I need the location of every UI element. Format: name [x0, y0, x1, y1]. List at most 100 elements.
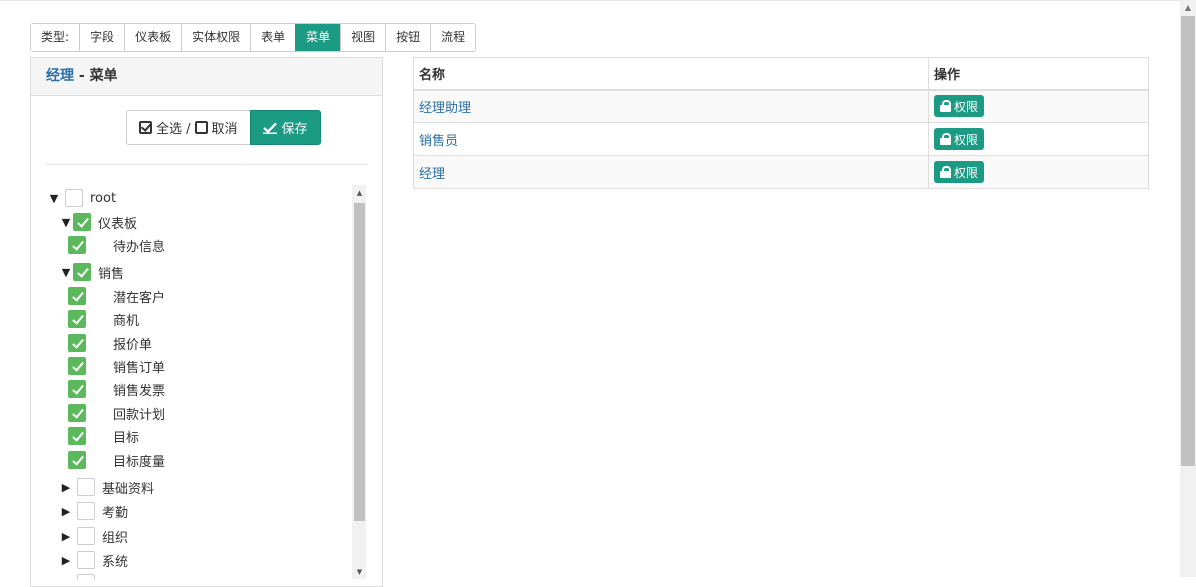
- table-header-row: 名称 操作: [413, 57, 1149, 91]
- tree-scrollbar-thumb[interactable]: [354, 203, 365, 521]
- tree-node-sales-order: 销售订单: [68, 356, 165, 376]
- action-button-group: 全选 / 取消 保存: [126, 110, 321, 145]
- checked-square-icon: [139, 121, 152, 134]
- title-separator: -: [74, 68, 90, 84]
- menu-tree: ▼ root ▼ 仪表板 待办信息 ▼ 销售 潜在客户 商机 报价单 销售订单 …: [46, 184, 368, 579]
- save-button[interactable]: 保存: [249, 110, 321, 145]
- tree-node-base-data: ▶ 基础资料: [60, 477, 154, 497]
- save-check-icon: [262, 122, 277, 134]
- panel-title: 经理 - 菜单: [31, 58, 382, 96]
- tree-label: root: [90, 190, 117, 206]
- top-divider: [0, 0, 1180, 1]
- save-label: 保存: [281, 122, 308, 137]
- tab-field[interactable]: 字段: [79, 24, 125, 51]
- tree-checkbox[interactable]: [68, 310, 86, 328]
- action-cell: 权限: [928, 89, 1149, 123]
- collapsed-arrow-icon[interactable]: ▶: [60, 554, 72, 567]
- scroll-up-arrow-icon[interactable]: ▲: [354, 188, 365, 198]
- table-row: 经理 权限: [413, 155, 1149, 189]
- tree-node-partial: ▶: [60, 573, 95, 579]
- tab-form[interactable]: 表单: [250, 24, 296, 51]
- tree-checkbox[interactable]: [68, 236, 86, 254]
- tree-node-todo: 待办信息: [68, 235, 165, 255]
- type-tab-bar: 类型: 字段 仪表板 实体权限 表单 菜单 视图 按钮 流程: [30, 23, 477, 52]
- tree-checkbox[interactable]: [68, 334, 86, 352]
- panel-title-text: 菜单: [89, 68, 118, 84]
- tree-node-dashboard: ▼ 仪表板: [60, 212, 137, 232]
- table-row: 销售员 权限: [413, 122, 1149, 156]
- select-all-label: 全选 /: [156, 122, 191, 137]
- role-name-link[interactable]: 经理: [413, 155, 929, 189]
- expand-arrow-icon[interactable]: ▼: [48, 192, 60, 205]
- tree-checkbox[interactable]: [73, 213, 91, 231]
- lock-icon: [940, 166, 951, 178]
- tab-workflow[interactable]: 流程: [430, 24, 476, 51]
- lock-icon: [940, 100, 951, 113]
- tree-checkbox[interactable]: [65, 189, 83, 207]
- tree-node-root: ▼ root: [48, 188, 116, 208]
- page-scroll-up-arrow-icon[interactable]: ▲: [1180, 2, 1196, 14]
- tree-node-organization: ▶ 组织: [60, 526, 128, 546]
- roles-table: 名称 操作 经理助理 权限 销售员 权限 经理 权限: [413, 57, 1149, 189]
- permission-label: 权限: [954, 165, 979, 180]
- permission-button[interactable]: 权限: [934, 95, 985, 118]
- tree-node-attendance: ▶ 考勤: [60, 501, 128, 521]
- expand-arrow-icon[interactable]: ▼: [60, 216, 72, 229]
- tree-label: 商机: [113, 313, 140, 329]
- role-name-link[interactable]: 经理助理: [413, 89, 929, 123]
- tree-node-opportunity: 商机: [68, 309, 139, 329]
- tree-label: 考勤: [102, 505, 129, 521]
- tree-checkbox[interactable]: [68, 357, 86, 375]
- permission-button[interactable]: 权限: [934, 161, 985, 183]
- cancel-label: 取消: [211, 122, 238, 137]
- empty-square-icon: [194, 121, 208, 134]
- tab-menu[interactable]: 菜单: [295, 24, 341, 51]
- permission-button[interactable]: 权限: [934, 128, 985, 150]
- action-cell: 权限: [928, 122, 1149, 156]
- collapsed-arrow-icon[interactable]: ▶: [60, 481, 72, 494]
- tree-label: 销售发票: [113, 383, 166, 399]
- column-header-name: 名称: [413, 57, 929, 91]
- tab-dashboard[interactable]: 仪表板: [124, 24, 182, 51]
- tab-button[interactable]: 按钮: [385, 24, 431, 51]
- tree-checkbox[interactable]: [68, 287, 86, 305]
- tree-checkbox[interactable]: [77, 551, 95, 569]
- tree-label: 报价单: [113, 337, 153, 353]
- tree-checkbox[interactable]: [68, 380, 86, 398]
- tree-node-system: ▶ 系统: [60, 550, 128, 570]
- tree-checkbox[interactable]: [68, 451, 86, 469]
- select-all-cancel-button[interactable]: 全选 / 取消: [126, 110, 250, 145]
- tree-checkbox[interactable]: [68, 404, 86, 422]
- lock-icon: [940, 133, 951, 145]
- tree-node-quote: 报价单: [68, 333, 152, 353]
- table-row: 经理助理 权限: [413, 89, 1149, 123]
- panel-divider: [46, 164, 368, 165]
- permission-label: 权限: [954, 132, 979, 147]
- page-scrollbar-thumb[interactable]: [1181, 16, 1195, 466]
- tree-label: 仪表板: [98, 216, 138, 232]
- tree-checkbox[interactable]: [77, 527, 95, 545]
- tree-node-payment-plan: 回款计划: [68, 403, 165, 423]
- tree-node-sales-invoice: 销售发票: [68, 379, 165, 399]
- tree-node-sales: ▼ 销售: [60, 262, 124, 282]
- role-name: 经理: [46, 68, 74, 84]
- tree-label: 回款计划: [113, 407, 166, 423]
- tree-node-leads: 潜在客户: [68, 286, 165, 306]
- action-cell: 权限: [928, 155, 1149, 189]
- tree-checkbox[interactable]: [77, 502, 95, 520]
- collapsed-arrow-icon[interactable]: ▶: [60, 505, 72, 518]
- tree-node-target: 目标: [68, 426, 139, 446]
- tree-checkbox[interactable]: [73, 263, 91, 281]
- tab-entity-permission[interactable]: 实体权限: [181, 24, 251, 51]
- expand-arrow-icon[interactable]: ▼: [60, 266, 72, 279]
- collapsed-arrow-icon[interactable]: ▶: [60, 530, 72, 543]
- tab-view[interactable]: 视图: [340, 24, 386, 51]
- scroll-down-arrow-icon[interactable]: ▼: [354, 567, 365, 577]
- role-name-link[interactable]: 销售员: [413, 122, 929, 156]
- type-label: 类型:: [31, 24, 80, 51]
- column-header-action: 操作: [928, 57, 1149, 91]
- tree-label: 销售订单: [113, 360, 166, 376]
- tree-checkbox[interactable]: [77, 478, 95, 496]
- tree-node-target-measure: 目标度量: [68, 450, 165, 470]
- tree-checkbox[interactable]: [68, 427, 86, 445]
